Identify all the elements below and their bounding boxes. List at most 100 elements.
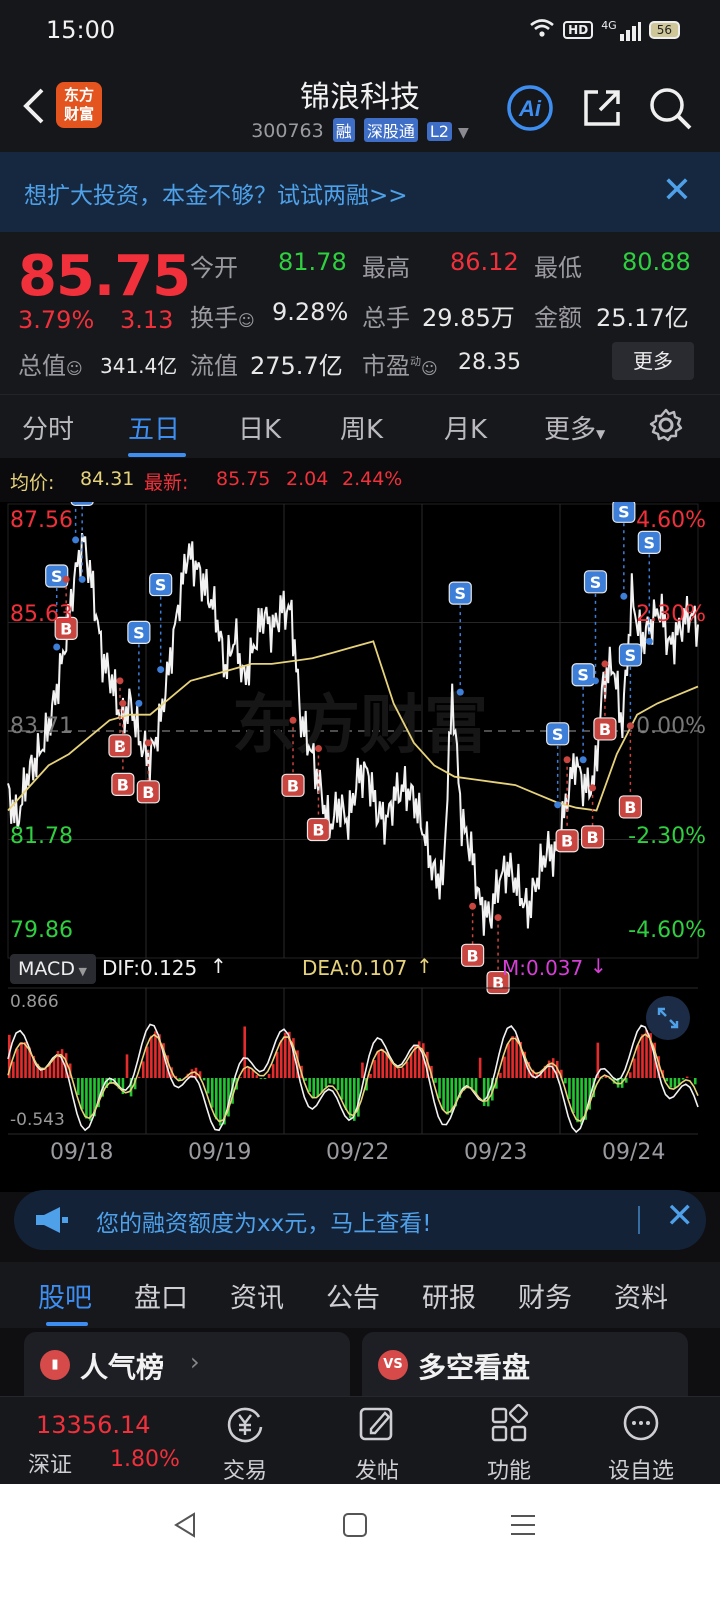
svg-text:Ai: Ai: [518, 96, 542, 121]
close-icon[interactable]: ✕: [662, 170, 692, 211]
sell-signal-dot: [157, 666, 165, 674]
macd-bar: [60, 1049, 64, 1078]
vs-icon: VS: [378, 1350, 408, 1380]
buy-signal-dot: [314, 744, 322, 752]
nav-post[interactable]: 发帖: [322, 1403, 432, 1485]
divider: [638, 1206, 640, 1234]
search-icon[interactable]: [646, 84, 694, 132]
y-left-label: 79.86: [10, 918, 73, 943]
more-dots-icon: [623, 1405, 659, 1441]
nav-menu-icon[interactable]: [508, 1510, 538, 1544]
tab-profile[interactable]: 资料: [614, 1276, 668, 1315]
y-left-label: 83.71: [10, 714, 73, 739]
nav-back-icon[interactable]: [170, 1510, 200, 1544]
tab-daily-k[interactable]: 日K: [238, 409, 281, 446]
macd-bar: [637, 1044, 640, 1078]
dea-label: DEA:0.107: [302, 956, 408, 980]
y-right-label: -2.30%: [628, 824, 706, 849]
popularity-card[interactable]: ▮ 人气榜 ›: [24, 1332, 350, 1396]
tab-news[interactable]: 资讯: [230, 1276, 284, 1315]
caret-down-icon: ▼: [596, 427, 606, 441]
macd-bar: [316, 1078, 320, 1097]
macd-bar: [572, 1078, 575, 1114]
buy-signal-label: B: [142, 783, 154, 802]
macd-bar: [202, 1078, 206, 1081]
tip-text[interactable]: 您的融资额度为xx元，马上查看!: [96, 1204, 431, 1238]
promo-text[interactable]: 想扩大投资，本金不够？试试两融>>: [24, 176, 408, 210]
avg-value: 84.31: [80, 468, 135, 490]
float-value: 275.7亿: [250, 352, 343, 380]
bull-bear-card[interactable]: VS 多空看盘: [362, 1332, 688, 1396]
day-label: 09/23: [464, 1140, 528, 1165]
macd-bar: [259, 1078, 263, 1079]
nav-functions[interactable]: 功能: [454, 1403, 564, 1485]
macd-bar: [377, 1051, 380, 1078]
ai-icon[interactable]: Ai: [506, 84, 554, 132]
macd-bar: [263, 1078, 267, 1080]
macd-bar: [397, 1068, 401, 1078]
battery-icon: 56: [648, 21, 680, 39]
open-label: 今开: [190, 254, 238, 282]
tab-financials[interactable]: 财务: [518, 1276, 572, 1315]
macd-bar: [332, 1078, 336, 1085]
gear-icon[interactable]: [648, 407, 684, 447]
latest-value: 85.75: [216, 468, 271, 490]
five-day-chart[interactable]: 东方财富SSSSSSSSSSSSBBBBBBBBBBBB 87.56 85.63…: [0, 502, 720, 1192]
financing-tip[interactable]: 您的融资额度为xx元，马上查看! ✕: [14, 1190, 706, 1250]
buy-signal-dot: [601, 660, 609, 668]
nav-add-watchlist[interactable]: 设自选: [586, 1403, 696, 1485]
nav-trade[interactable]: 交易: [190, 1403, 300, 1485]
close-icon[interactable]: ✕: [666, 1196, 695, 1236]
high-label: 最高: [362, 254, 410, 282]
sell-signal-label: S: [155, 576, 167, 595]
more-button[interactable]: 更多: [612, 342, 694, 380]
index-name: 深证: [28, 1453, 73, 1478]
tab-five-day[interactable]: 五日: [128, 409, 180, 446]
indicator-select[interactable]: MACD ▼: [10, 954, 96, 984]
buy-signal-label: B: [117, 775, 129, 794]
macd-bar: [304, 1078, 307, 1081]
sell-signal-label: S: [590, 573, 602, 592]
tab-orderbook[interactable]: 盘口: [134, 1276, 188, 1315]
buy-signal-dot: [119, 699, 127, 707]
nav-home-icon[interactable]: [340, 1510, 370, 1544]
active-tab-indicator: [128, 453, 186, 457]
sell-signal-label: S: [577, 666, 589, 685]
active-tab-indicator: [46, 1322, 88, 1326]
content-tabs: 股吧 盘口 资讯 公告 研报 财务 资料: [0, 1262, 720, 1328]
low-label: 最低: [534, 254, 582, 282]
macd-bar: [340, 1078, 344, 1100]
quote-panel: 85.75 3.79% 3.13 总值☺ 341.4亿 今开 81.78 最高 …: [0, 232, 720, 394]
tab-intraday[interactable]: 分时: [22, 409, 74, 446]
tab-research[interactable]: 研报: [422, 1276, 476, 1315]
sell-signal-label: S: [51, 567, 63, 586]
bottom-nav: 13356.14 深证 1.80% 交易 发帖 功能 设自选: [0, 1396, 720, 1484]
sell-signal-dot: [53, 643, 61, 651]
index-value: 13356.14: [36, 1411, 151, 1439]
tab-announcements[interactable]: 公告: [326, 1276, 380, 1315]
high-value: 86.12: [450, 248, 519, 276]
price-chart-svg[interactable]: 东方财富SSSSSSSSSSSSBBBBBBBBBBBB: [0, 502, 720, 1192]
buy-signal-label: B: [114, 737, 126, 756]
margin-promo-banner[interactable]: 想扩大投资，本金不够？试试两融>> ✕: [0, 152, 720, 232]
macd-bar: [275, 1051, 279, 1078]
macd-bar: [16, 1048, 19, 1078]
expand-icon[interactable]: [646, 996, 690, 1040]
wifi-icon: [529, 18, 555, 42]
tab-weekly-k[interactable]: 周K: [340, 409, 383, 446]
tab-forum[interactable]: 股吧: [38, 1276, 92, 1315]
macd-bar: [243, 1026, 247, 1078]
macd-bar: [247, 1067, 251, 1078]
share-icon[interactable]: [578, 84, 626, 132]
macd-bar: [361, 1062, 364, 1078]
system-nav-bar: [0, 1484, 720, 1600]
macd-bar: [308, 1078, 311, 1092]
tab-more[interactable]: 更多▼: [544, 409, 605, 446]
megaphone-icon: [32, 1204, 72, 1240]
macd-bar: [442, 1078, 445, 1110]
index-ticker[interactable]: 13356.14 深证 1.80%: [0, 1397, 190, 1485]
tab-monthly-k[interactable]: 月K: [444, 409, 487, 446]
macd-bar: [312, 1078, 316, 1098]
macd-bar: [12, 1061, 15, 1078]
y-right-label: 2.30%: [636, 602, 706, 627]
